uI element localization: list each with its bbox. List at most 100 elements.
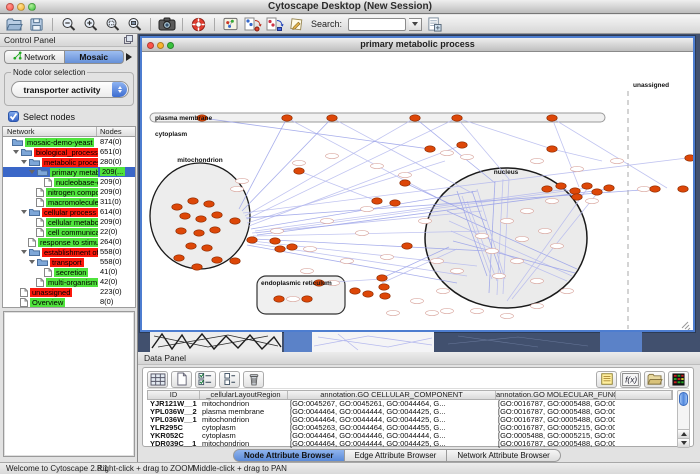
selected-node[interactable] <box>556 183 566 189</box>
tree-item-biological-process[interactable]: biological_process651(0) <box>3 147 135 157</box>
tree-item-metabolic-process[interactable]: metabolic process280(0) <box>3 157 135 167</box>
tree-expander-icon[interactable] <box>21 210 27 217</box>
small-node[interactable] <box>381 254 394 259</box>
table-row-ydr039c-1[interactable]: YDR039C__1mitochondrion[GO:0044464, GO:0… <box>147 440 673 448</box>
selected-node[interactable] <box>180 213 190 219</box>
selected-node[interactable] <box>570 188 580 194</box>
cell-molecular[interactable]: [GO:0005488, GO:0005215, GO:0003674] <box>495 432 615 440</box>
small-node[interactable] <box>426 310 439 315</box>
cell-region[interactable]: mitochondrion <box>199 440 287 448</box>
cell-id[interactable]: YKR052C <box>147 432 199 440</box>
network-overview-icon[interactable] <box>221 16 240 33</box>
cell-id[interactable]: YPL036W__1 <box>147 416 199 424</box>
small-node[interactable] <box>231 186 244 191</box>
small-node[interactable] <box>271 228 284 233</box>
window-resize-grip[interactable] <box>682 322 690 330</box>
small-node[interactable] <box>441 308 454 313</box>
unselect-attributes-icon[interactable] <box>219 371 240 388</box>
cell-cellular[interactable]: [GO:0044464, GO:0044444, GO:0044425, G..… <box>287 408 495 416</box>
selected-node[interactable] <box>350 288 360 294</box>
small-node[interactable] <box>611 158 624 163</box>
column-header-id[interactable]: ID <box>148 391 200 399</box>
node-color-select[interactable]: transporter activity <box>11 81 129 98</box>
tab-mosaic[interactable]: Mosaic <box>64 50 125 64</box>
selected-node[interactable] <box>377 275 387 281</box>
table-scrollbar[interactable] <box>677 390 690 448</box>
tab-edge-attribute-browser[interactable]: Edge Attribute Browser <box>345 449 448 462</box>
selected-node[interactable] <box>380 293 390 299</box>
tree-item-multi-organism-pro[interactable]: multi-organism pro42(0) <box>3 277 135 287</box>
zoom-in-icon[interactable] <box>81 16 100 33</box>
small-node[interactable] <box>236 178 249 183</box>
attribute-editor-icon[interactable] <box>596 371 617 388</box>
selected-node[interactable] <box>192 264 202 270</box>
small-node[interactable] <box>546 198 559 203</box>
delete-attribute-trash-icon[interactable] <box>243 371 264 388</box>
help-lifering-icon[interactable] <box>189 16 208 33</box>
small-node[interactable] <box>341 258 354 263</box>
table-row-ykr052c[interactable]: YKR052Ccytoplasm[GO:0044464, GO:0044446,… <box>147 432 673 440</box>
selected-node[interactable] <box>194 230 204 236</box>
small-node[interactable] <box>531 303 544 308</box>
selected-node[interactable] <box>400 180 410 186</box>
selected-node[interactable] <box>172 204 182 210</box>
selected-node[interactable] <box>247 237 257 243</box>
small-node[interactable] <box>501 313 514 318</box>
small-node[interactable] <box>586 198 599 203</box>
cell-region[interactable]: plasma membrane <box>199 408 287 416</box>
tree-expander-icon[interactable] <box>13 150 19 157</box>
function-builder-icon[interactable]: f(x) <box>620 371 641 388</box>
attribute-table-icon[interactable] <box>147 371 168 388</box>
small-node[interactable] <box>451 268 464 273</box>
selected-node[interactable] <box>202 245 212 251</box>
float-panel-icon[interactable] <box>124 35 133 46</box>
tree-item-nitrogen-compo[interactable]: nitrogen compo209(0) <box>3 187 135 197</box>
small-node[interactable] <box>551 243 564 248</box>
selected-node[interactable] <box>287 244 297 250</box>
selected-node[interactable] <box>327 115 337 121</box>
small-node[interactable] <box>437 288 450 293</box>
cell-region[interactable]: cytoplasm <box>199 432 287 440</box>
selected-node[interactable] <box>188 198 198 204</box>
search-input[interactable] <box>348 18 406 31</box>
selected-node[interactable] <box>210 227 220 233</box>
tree-item-establishment-of-lo[interactable]: establishment of lo558(0) <box>3 247 135 257</box>
tree-item-mosaic-demo-yeast[interactable]: mosaic-demo-yeast874(0) <box>3 137 135 147</box>
small-node[interactable] <box>387 310 400 315</box>
selected-node[interactable] <box>275 246 285 252</box>
small-node[interactable] <box>561 288 574 293</box>
birdseye-panel[interactable] <box>3 311 135 457</box>
zoom-out-icon[interactable] <box>59 16 78 33</box>
select-attributes-icon[interactable] <box>195 371 216 388</box>
tab-node-attribute-browser[interactable]: Node Attribute Browser <box>233 449 345 462</box>
selected-node[interactable] <box>212 257 222 263</box>
selected-node[interactable] <box>678 186 688 192</box>
cell-molecular[interactable]: [GO:0016787, GO:0005488, GO:0005215, G..… <box>495 408 615 416</box>
small-node[interactable] <box>441 150 454 155</box>
selected-node[interactable] <box>186 243 196 249</box>
tree-item-macromolecule[interactable]: macromolecule311(0) <box>3 197 135 207</box>
small-node[interactable] <box>511 258 524 263</box>
zoom-selected-region-icon[interactable] <box>103 16 122 33</box>
tree-item-cell-communicat[interactable]: cell communicat22(0) <box>3 227 135 237</box>
cell-molecular[interactable]: [GO:0016787, GO:0005215, GO:0003824, G..… <box>495 424 615 432</box>
scroll-down-button[interactable] <box>678 438 689 447</box>
selected-node[interactable] <box>592 189 602 195</box>
tree-item-cellular-process[interactable]: cellular process614(0) <box>3 207 135 217</box>
tree-item-secretion[interactable]: secretion41(0) <box>3 267 135 277</box>
tree-expander-icon[interactable] <box>21 160 27 167</box>
selected-node[interactable] <box>650 186 660 192</box>
new-attribute-icon[interactable] <box>171 371 192 388</box>
small-node[interactable] <box>326 153 339 158</box>
selected-node[interactable] <box>196 216 206 222</box>
column-header-cellularlayoutregion[interactable]: _cellularLayoutRegion <box>200 391 288 399</box>
cell-region[interactable]: mitochondrion <box>199 400 287 408</box>
tree-expander-icon[interactable] <box>21 250 27 257</box>
small-node[interactable] <box>411 298 424 303</box>
small-node[interactable] <box>287 296 300 301</box>
annotation-icon[interactable] <box>287 16 306 33</box>
selected-node[interactable] <box>542 186 552 192</box>
small-node[interactable] <box>493 273 506 278</box>
selected-node[interactable] <box>230 218 240 224</box>
selected-node[interactable] <box>547 146 557 152</box>
